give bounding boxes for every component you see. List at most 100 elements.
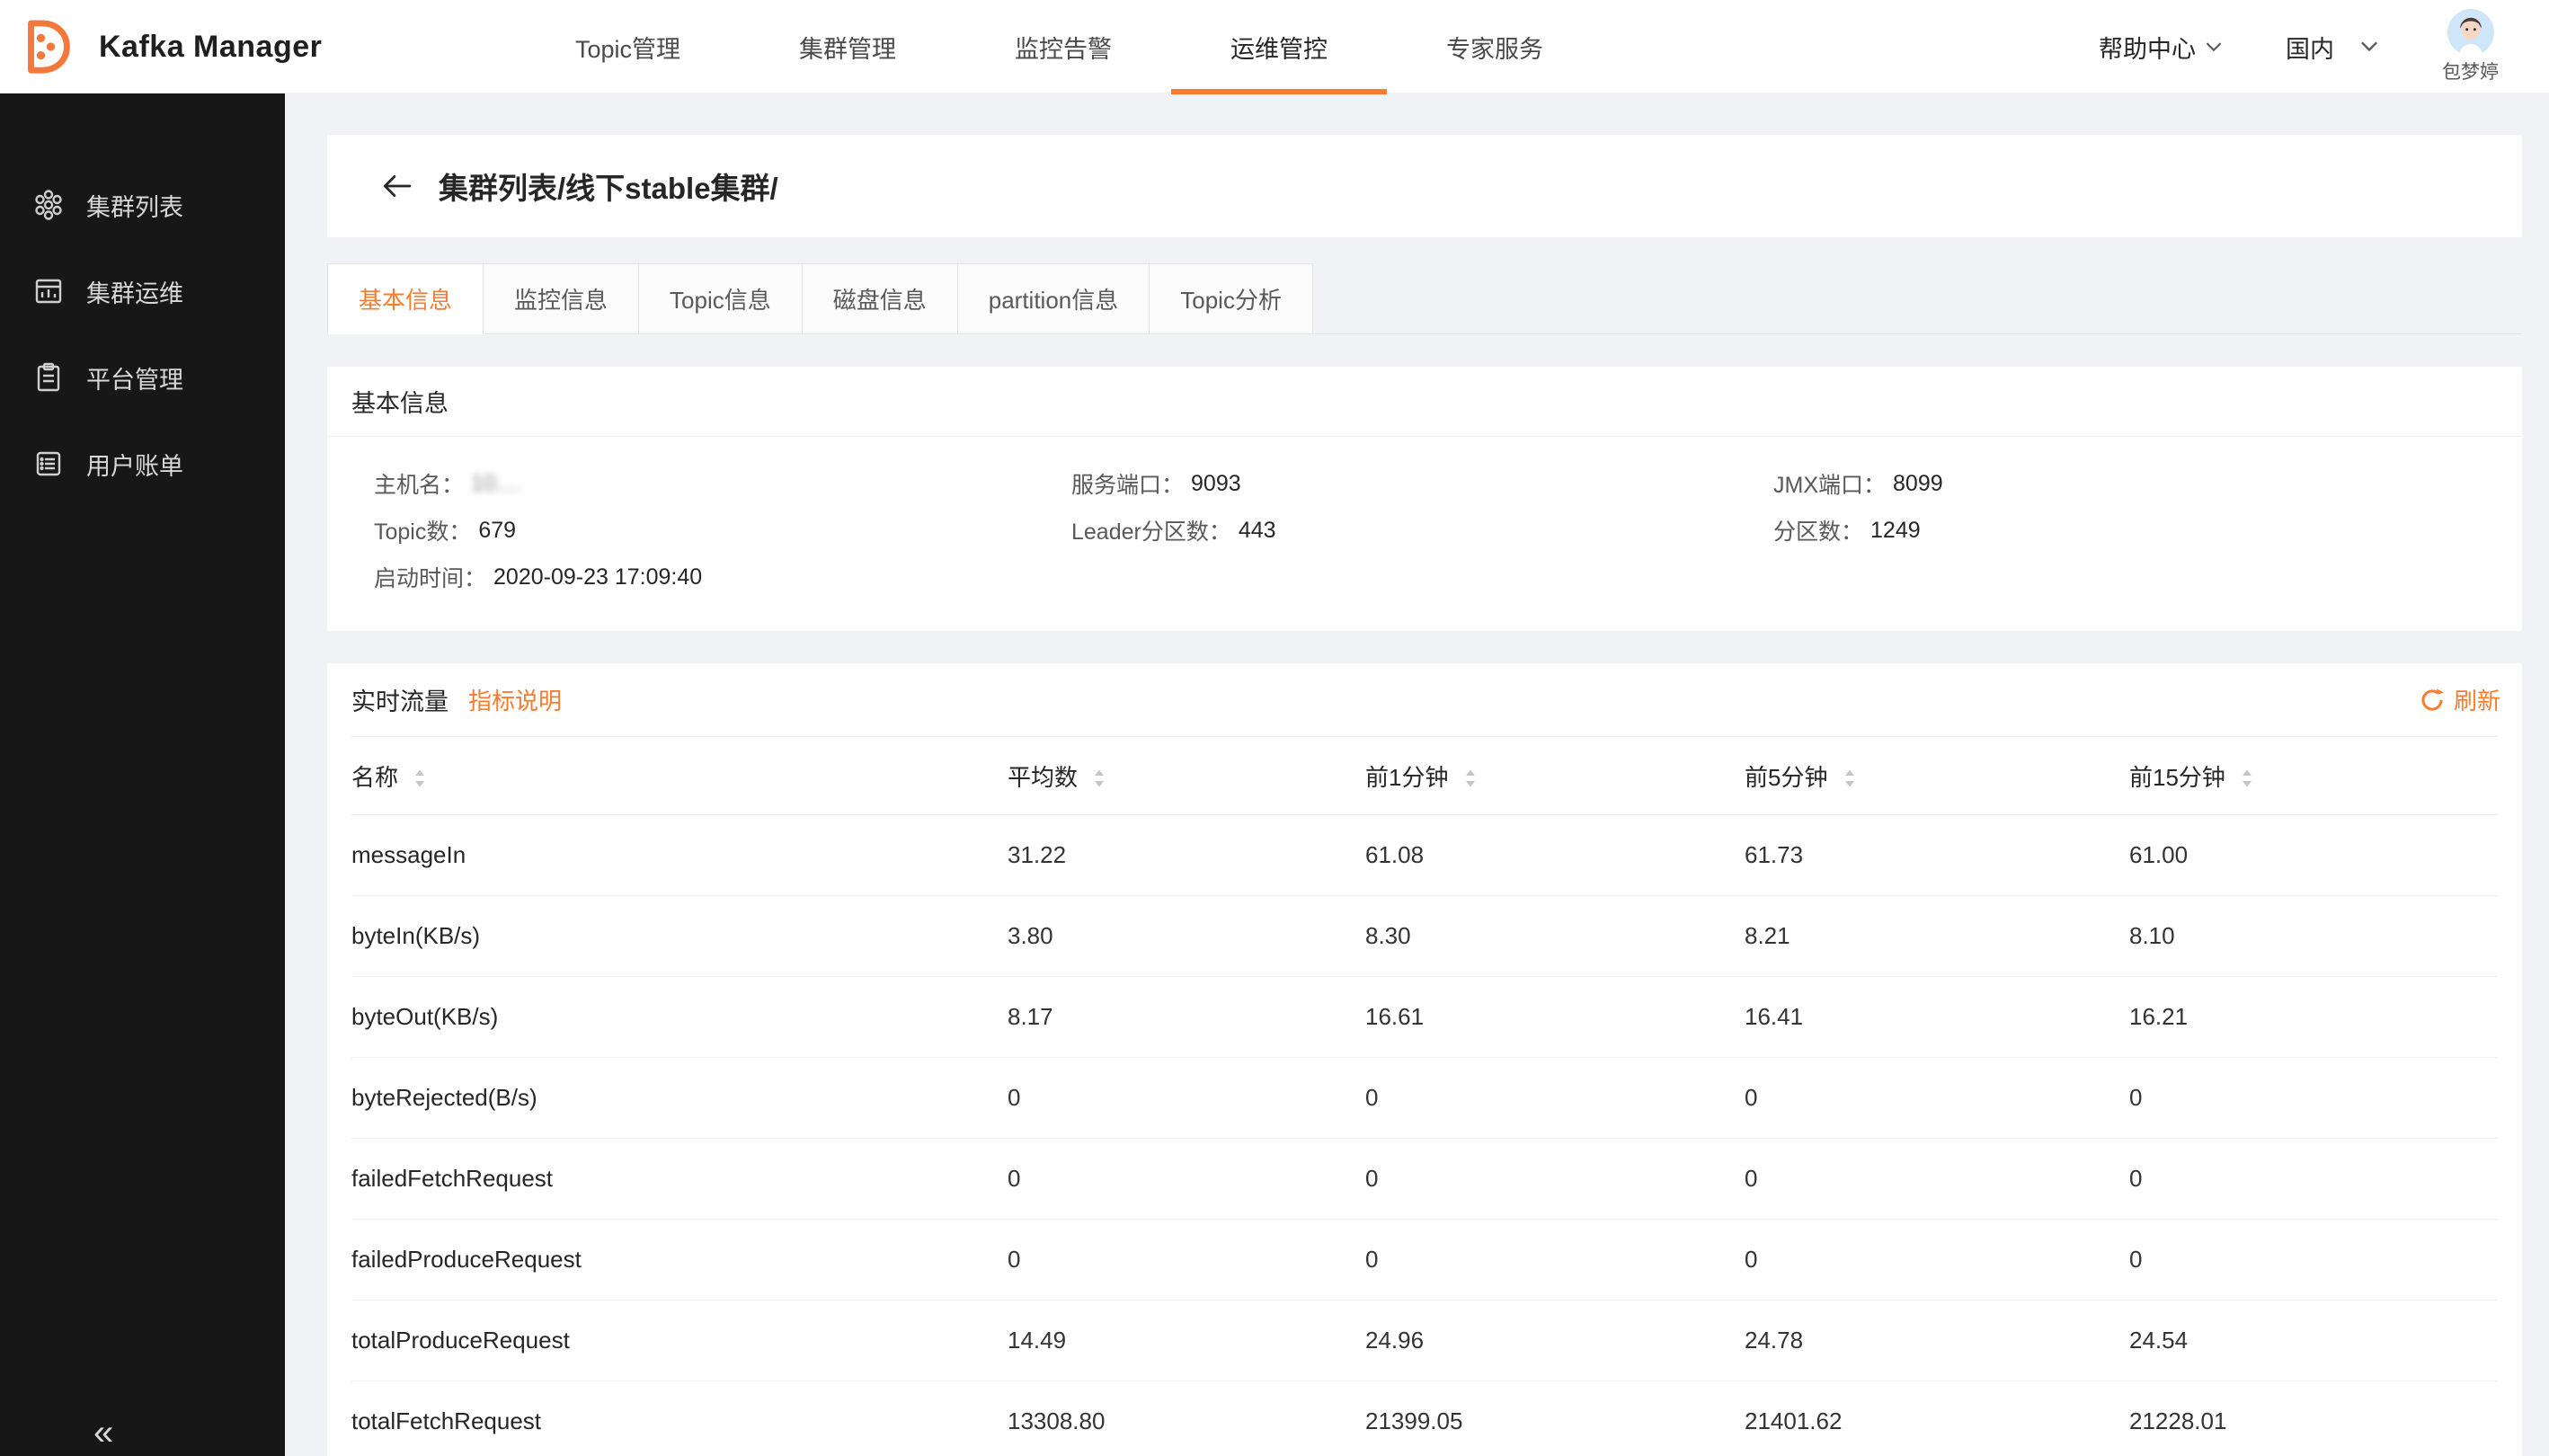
top-nav: Topic管理 集群管理 监控告警 运维管控 专家服务 xyxy=(575,0,1543,93)
back-arrow-icon[interactable] xyxy=(381,173,412,200)
tab-basic-info[interactable]: 基本信息 xyxy=(327,263,484,334)
column-header[interactable]: 前15分钟 xyxy=(2129,737,2498,815)
nav-monitor-alert[interactable]: 监控告警 xyxy=(1015,0,1112,93)
last-5min-cell: 0 xyxy=(1745,1058,2129,1139)
region-select[interactable]: 国内 xyxy=(2286,30,2379,65)
username-label: 包梦婷 xyxy=(2442,58,2499,84)
metric-name-cell: totalProduceRequest xyxy=(351,1301,1008,1381)
table-header-row: 名称 平均数 xyxy=(351,737,2498,815)
table-row: byteIn(KB/s) 3.80 8.30 8.21 8.10 xyxy=(351,896,2498,977)
table-row: byteRejected(B/s) 0 0 0 0 xyxy=(351,1058,2498,1139)
platform-manage-icon xyxy=(32,361,65,394)
breadcrumb-card: 集群列表/线下stable集群/ xyxy=(327,135,2522,237)
metric-name-cell: messageIn xyxy=(351,815,1008,896)
help-center-menu[interactable]: 帮助中心 xyxy=(2099,30,2223,65)
avg-cell: 0 xyxy=(1008,1058,1365,1139)
metric-name-cell: failedFetchRequest xyxy=(351,1139,1008,1220)
last-1min-cell: 0 xyxy=(1365,1058,1745,1139)
sidebar-item-user-billing[interactable]: 用户账单 xyxy=(0,421,285,507)
avg-cell: 3.80 xyxy=(1008,896,1365,977)
last-15min-cell: 24.54 xyxy=(2129,1301,2498,1381)
avg-cell: 0 xyxy=(1008,1220,1365,1301)
avg-cell: 13308.80 xyxy=(1008,1381,1365,1456)
last-15min-cell: 0 xyxy=(2129,1058,2498,1139)
sort-caret-icon[interactable] xyxy=(1464,768,1477,789)
info-field-jmx-port: JMX端口： 8099 xyxy=(1773,460,2522,507)
column-header[interactable]: 平均数 xyxy=(1008,737,1365,815)
app-brand[interactable]: Kafka Manager xyxy=(16,0,322,93)
hostname-value: 10.... xyxy=(471,471,521,497)
sidebar-menu: 集群列表 集群运维 平台管理 用户账单 xyxy=(0,93,285,507)
sidebar: 集群列表 集群运维 平台管理 用户账单 xyxy=(0,93,285,1456)
basic-info-card-title: 基本信息 xyxy=(327,367,2522,437)
app-title: Kafka Manager xyxy=(99,30,322,65)
column-header[interactable]: 前1分钟 xyxy=(1365,737,1745,815)
info-field-partitions: 分区数： 1249 xyxy=(1773,507,2522,554)
sidebar-item-label: 平台管理 xyxy=(86,360,183,395)
column-header[interactable]: 前5分钟 xyxy=(1745,737,2129,815)
nav-expert-service[interactable]: 专家服务 xyxy=(1446,0,1543,93)
sidebar-item-label: 集群列表 xyxy=(86,188,183,223)
cluster-ops-icon xyxy=(32,275,65,307)
column-header[interactable]: 名称 xyxy=(351,737,1008,815)
tab-monitor-info[interactable]: 监控信息 xyxy=(483,263,639,334)
user-billing-icon xyxy=(32,448,65,480)
info-field-start-time: 启动时间： 2020-09-23 17:09:40 xyxy=(374,554,1071,600)
last-1min-cell: 16.61 xyxy=(1365,977,1745,1058)
tab-disk-info[interactable]: 磁盘信息 xyxy=(802,263,958,334)
tab-bar: 基本信息 监控信息 Topic信息 磁盘信息 partition信息 Topic… xyxy=(327,263,2522,334)
nav-topic-manage[interactable]: Topic管理 xyxy=(575,0,680,93)
tab-topic-info[interactable]: Topic信息 xyxy=(638,263,803,334)
metric-doc-link[interactable]: 指标说明 xyxy=(468,683,562,716)
sort-caret-icon[interactable] xyxy=(1093,768,1106,789)
last-5min-cell: 0 xyxy=(1745,1139,2129,1220)
sidebar-item-label: 集群运维 xyxy=(86,274,183,309)
info-field-topic-count: Topic数： 679 xyxy=(374,507,1071,554)
cluster-list-icon xyxy=(32,189,65,221)
last-5min-cell: 8.21 xyxy=(1745,896,2129,977)
sort-caret-icon[interactable] xyxy=(413,768,426,789)
last-1min-cell: 8.30 xyxy=(1365,896,1745,977)
tab-partition-info[interactable]: partition信息 xyxy=(957,263,1150,334)
sidebar-item-cluster-ops[interactable]: 集群运维 xyxy=(0,248,285,334)
info-field-hostname: 主机名： 10.... xyxy=(374,460,1071,507)
metric-name-cell: byteIn(KB/s) xyxy=(351,896,1008,977)
realtime-flow-title: 实时流量 xyxy=(351,682,449,717)
sidebar-item-platform-manage[interactable]: 平台管理 xyxy=(0,334,285,421)
avg-cell: 31.22 xyxy=(1008,815,1365,896)
realtime-flow-header: 实时流量 指标说明 刷新 xyxy=(327,663,2522,736)
tab-topic-analysis[interactable]: Topic分析 xyxy=(1149,263,1313,334)
chevron-down-icon xyxy=(2359,40,2379,53)
last-1min-cell: 21399.05 xyxy=(1365,1381,1745,1456)
table-row: byteOut(KB/s) 8.17 16.61 16.41 16.21 xyxy=(351,977,2498,1058)
top-header: Kafka Manager Topic管理 集群管理 监控告警 运维管控 专家服… xyxy=(0,0,2549,93)
breadcrumb: 集群列表/线下stable集群/ xyxy=(439,164,778,208)
metric-name-cell: byteRejected(B/s) xyxy=(351,1058,1008,1139)
realtime-flow-table: 名称 平均数 xyxy=(351,736,2498,1456)
sidebar-item-cluster-list[interactable]: 集群列表 xyxy=(0,162,285,248)
last-1min-cell: 0 xyxy=(1365,1139,1745,1220)
table-row: totalProduceRequest 14.49 24.96 24.78 24… xyxy=(351,1301,2498,1381)
sort-caret-icon[interactable] xyxy=(2241,768,2253,789)
sidebar-collapse-button[interactable]: « xyxy=(93,1415,113,1451)
header-right: 帮助中心 国内 包梦婷 xyxy=(2099,0,2499,93)
last-5min-cell: 24.78 xyxy=(1745,1301,2129,1381)
refresh-button[interactable]: 刷新 xyxy=(2420,683,2500,716)
avg-cell: 0 xyxy=(1008,1139,1365,1220)
last-5min-cell: 0 xyxy=(1745,1220,2129,1301)
nav-cluster-manage[interactable]: 集群管理 xyxy=(799,0,896,93)
kafka-manager-logo-icon xyxy=(16,17,75,76)
user-menu[interactable]: 包梦婷 xyxy=(2442,9,2499,84)
last-1min-cell: 24.96 xyxy=(1365,1301,1745,1381)
basic-info-grid: 主机名： 10.... 服务端口： 9093 JMX端口： 8099 Topic… xyxy=(327,437,2522,631)
last-15min-cell: 21228.01 xyxy=(2129,1381,2498,1456)
avatar xyxy=(2447,9,2494,56)
last-15min-cell: 61.00 xyxy=(2129,815,2498,896)
last-15min-cell: 8.10 xyxy=(2129,896,2498,977)
info-field-leader-partitions: Leader分区数： 443 xyxy=(1071,507,1773,554)
table-row: failedProduceRequest 0 0 0 0 xyxy=(351,1220,2498,1301)
last-1min-cell: 0 xyxy=(1365,1220,1745,1301)
nav-ops-control[interactable]: 运维管控 xyxy=(1230,0,1328,93)
region-label: 国内 xyxy=(2286,30,2334,65)
sort-caret-icon[interactable] xyxy=(1843,768,1856,789)
